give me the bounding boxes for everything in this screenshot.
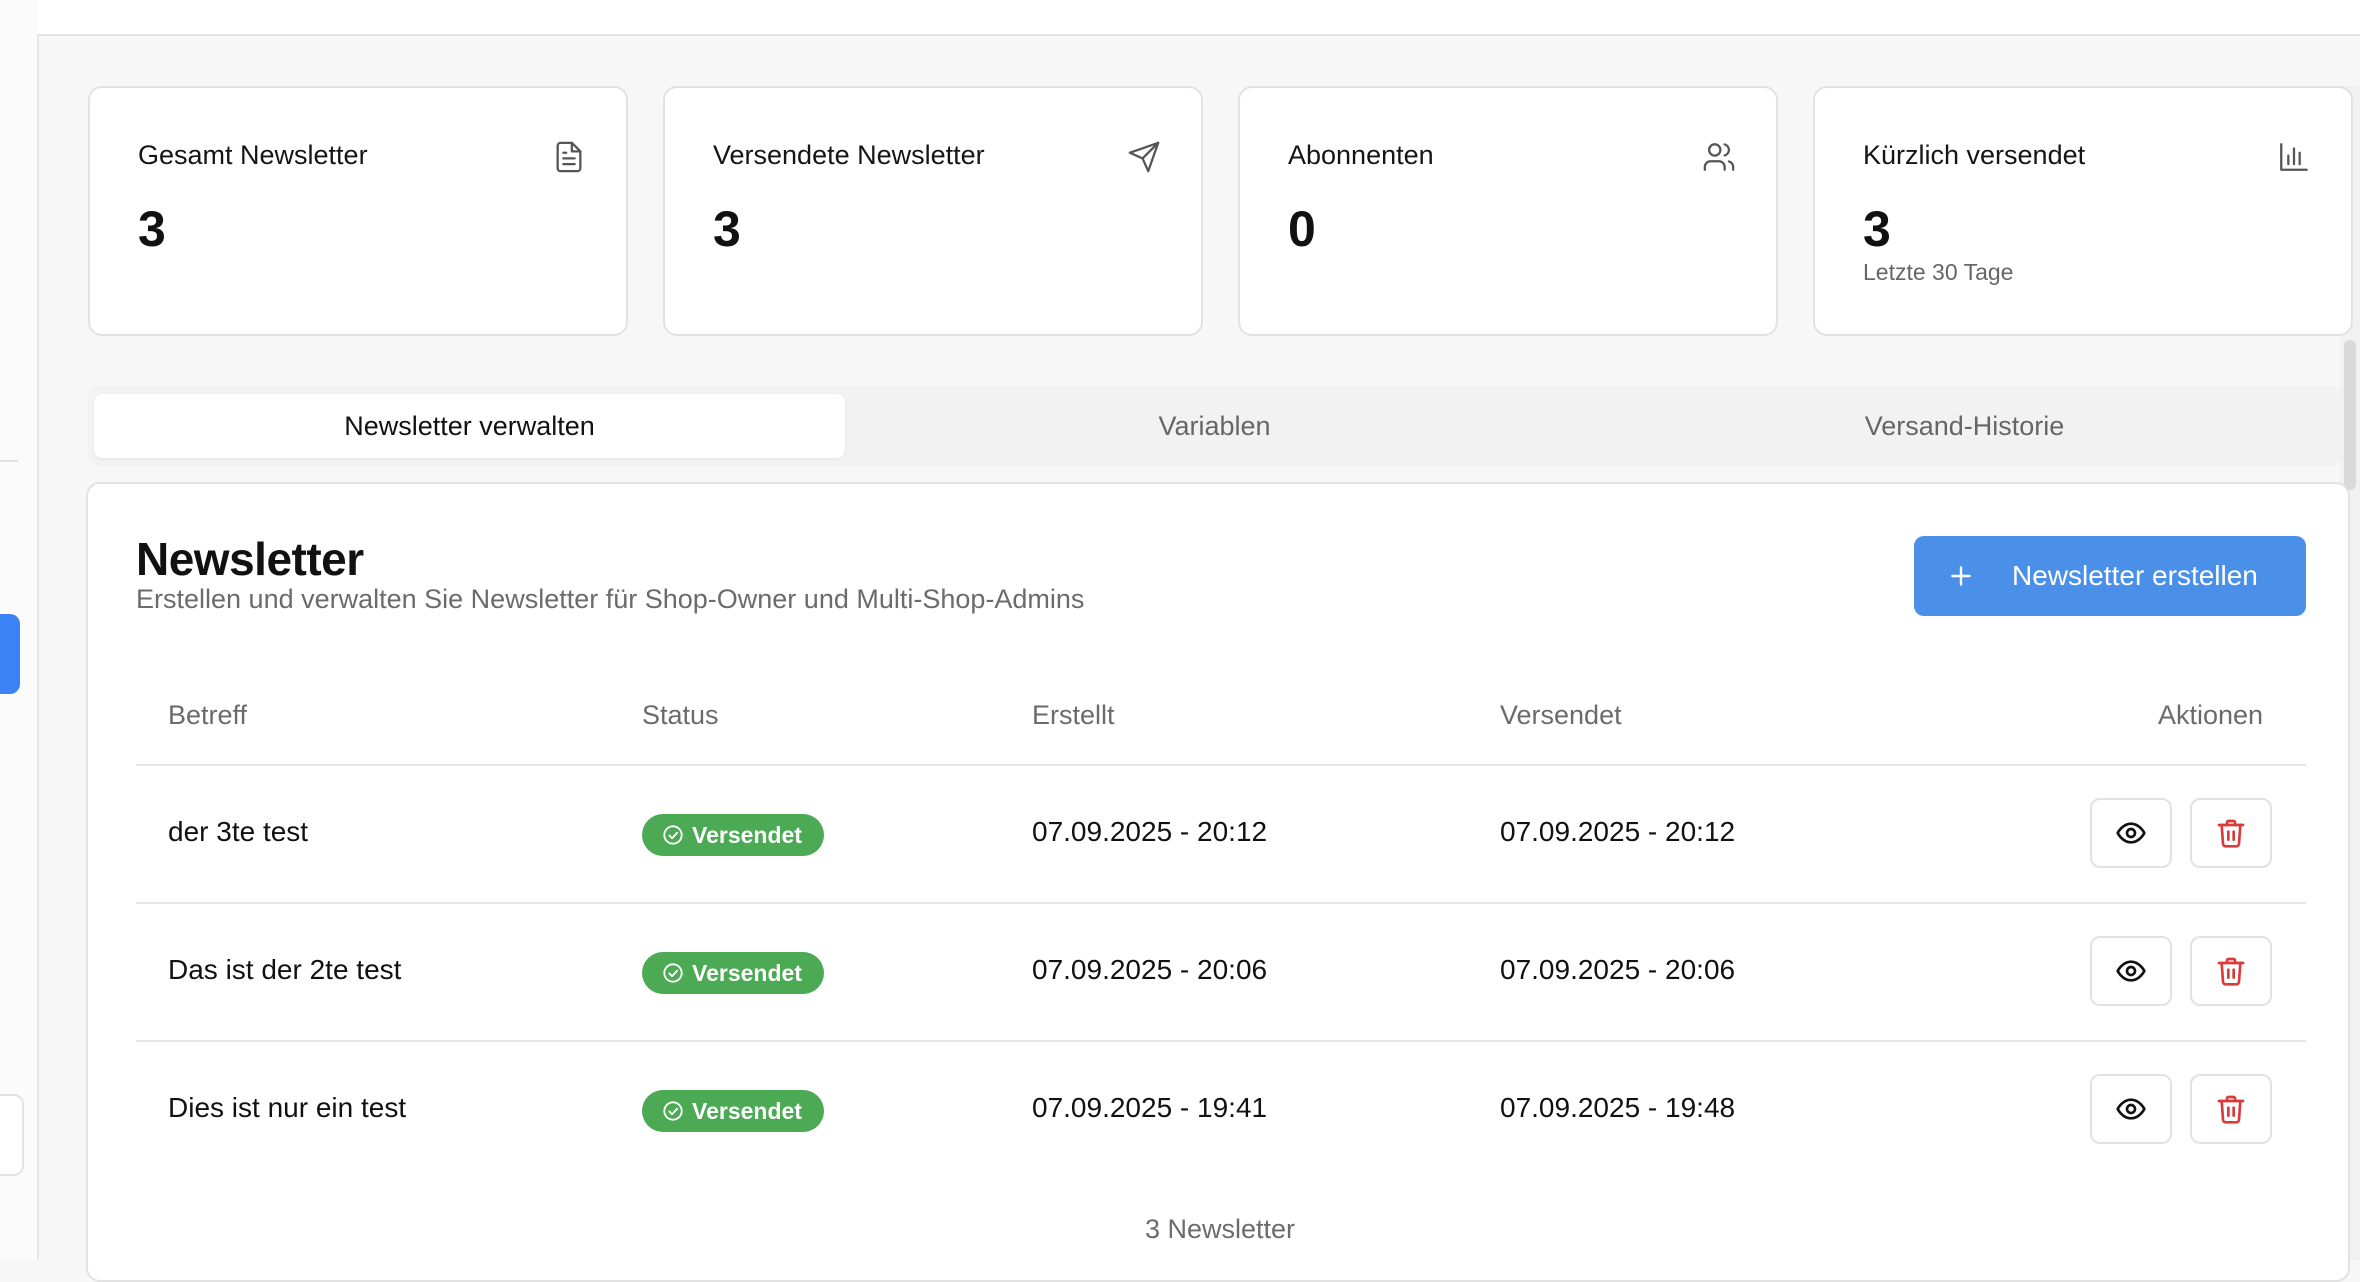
- stat-value: 3: [138, 201, 166, 257]
- trash-icon: [2217, 819, 2245, 848]
- panel-description: Erstellen und verwalten Sie Newsletter f…: [136, 584, 1085, 614]
- stat-card-total: Gesamt Newsletter 3: [88, 86, 628, 336]
- row-sent: 07.09.2025 - 19:48: [1500, 1092, 1736, 1123]
- tab-newsletter-verwalten[interactable]: Newsletter verwalten: [94, 394, 845, 458]
- sidebar-divider: [0, 460, 18, 462]
- view-button[interactable]: [2090, 798, 2172, 868]
- stat-value: 0: [1288, 201, 1316, 257]
- check-circle-icon: [663, 1101, 683, 1121]
- row-sent: 07.09.2025 - 20:12: [1500, 816, 1736, 847]
- stat-title: Gesamt Newsletter: [138, 140, 368, 170]
- plus-icon: [1951, 566, 1971, 586]
- delete-button[interactable]: [2190, 798, 2272, 868]
- check-circle-icon: [663, 825, 683, 845]
- view-button[interactable]: [2090, 936, 2172, 1006]
- status-label: Versendet: [692, 821, 802, 848]
- status-label: Versendet: [692, 959, 802, 986]
- status-badge: Versendet: [642, 814, 824, 856]
- eye-icon: [2116, 960, 2146, 982]
- row-subject: Das ist der 2te test: [168, 954, 402, 985]
- row-subject: Dies ist nur ein test: [168, 1092, 407, 1123]
- bar-chart-icon: [2277, 140, 2311, 174]
- eye-icon: [2116, 1098, 2146, 1120]
- row-created: 07.09.2025 - 20:12: [1032, 816, 1268, 847]
- tab-variablen[interactable]: Variablen: [839, 394, 1590, 458]
- row-created: 07.09.2025 - 19:41: [1032, 1092, 1268, 1123]
- tab-bar: Newsletter verwalten Variablen Versand-H…: [88, 386, 2340, 466]
- sidebar-edge: [0, 0, 39, 1260]
- column-header-subject: Betreff: [168, 700, 248, 730]
- delete-button[interactable]: [2190, 936, 2272, 1006]
- sidebar-active-item[interactable]: [0, 614, 20, 694]
- table-row: der 3te test Versendet 07.09.2025 - 20:1…: [136, 766, 2306, 902]
- stat-card-subscribers: Abonnenten 0: [1238, 86, 1778, 336]
- status-badge: Versendet: [642, 952, 824, 994]
- delete-button[interactable]: [2190, 1074, 2272, 1144]
- scrollbar-thumb[interactable]: [2344, 340, 2356, 490]
- table-row: Das ist der 2te test Versendet 07.09.202…: [136, 904, 2306, 1040]
- document-icon: [552, 140, 586, 174]
- row-created: 07.09.2025 - 20:06: [1032, 954, 1268, 985]
- view-button[interactable]: [2090, 1074, 2172, 1144]
- sidebar-bottom-control[interactable]: [0, 1094, 24, 1176]
- stat-value: 3: [1863, 201, 1891, 257]
- trash-icon: [2217, 1095, 2245, 1124]
- column-header-status: Status: [642, 700, 719, 730]
- stat-title: Kürzlich versendet: [1863, 140, 2086, 170]
- panel-title: Newsletter: [136, 533, 364, 585]
- tab-versand-historie[interactable]: Versand-Historie: [1589, 394, 2340, 458]
- column-header-sent: Versendet: [1500, 700, 1622, 730]
- status-label: Versendet: [692, 1097, 802, 1124]
- row-sent: 07.09.2025 - 20:06: [1500, 954, 1736, 985]
- stat-card-sent: Versendete Newsletter 3: [663, 86, 1203, 336]
- stat-title: Abonnenten: [1288, 140, 1434, 170]
- create-newsletter-label: Newsletter erstellen: [2012, 560, 2258, 591]
- newsletter-panel: Newsletter Erstellen und verwalten Sie N…: [86, 482, 2350, 1282]
- stat-card-recent: Kürzlich versendet 3 Letzte 30 Tage: [1813, 86, 2353, 336]
- row-subject: der 3te test: [168, 816, 309, 847]
- stat-title: Versendete Newsletter: [713, 140, 985, 170]
- table-row: Dies ist nur ein test Versendet 07.09.20…: [136, 1042, 2306, 1178]
- status-badge: Versendet: [642, 1090, 824, 1132]
- create-newsletter-button[interactable]: Newsletter erstellen: [1914, 536, 2306, 616]
- newsletter-count: 3 Newsletter: [1144, 1214, 1296, 1244]
- trash-icon: [2217, 957, 2245, 986]
- stat-subtext: Letzte 30 Tage: [1863, 259, 2014, 285]
- users-icon: [1702, 140, 1736, 174]
- check-circle-icon: [663, 963, 683, 983]
- send-icon: [1127, 140, 1161, 174]
- column-header-created: Erstellt: [1032, 700, 1115, 730]
- stat-value: 3: [713, 201, 741, 257]
- eye-icon: [2116, 822, 2146, 844]
- column-header-actions: Aktionen: [2158, 700, 2264, 730]
- top-bar: [37, 0, 2360, 36]
